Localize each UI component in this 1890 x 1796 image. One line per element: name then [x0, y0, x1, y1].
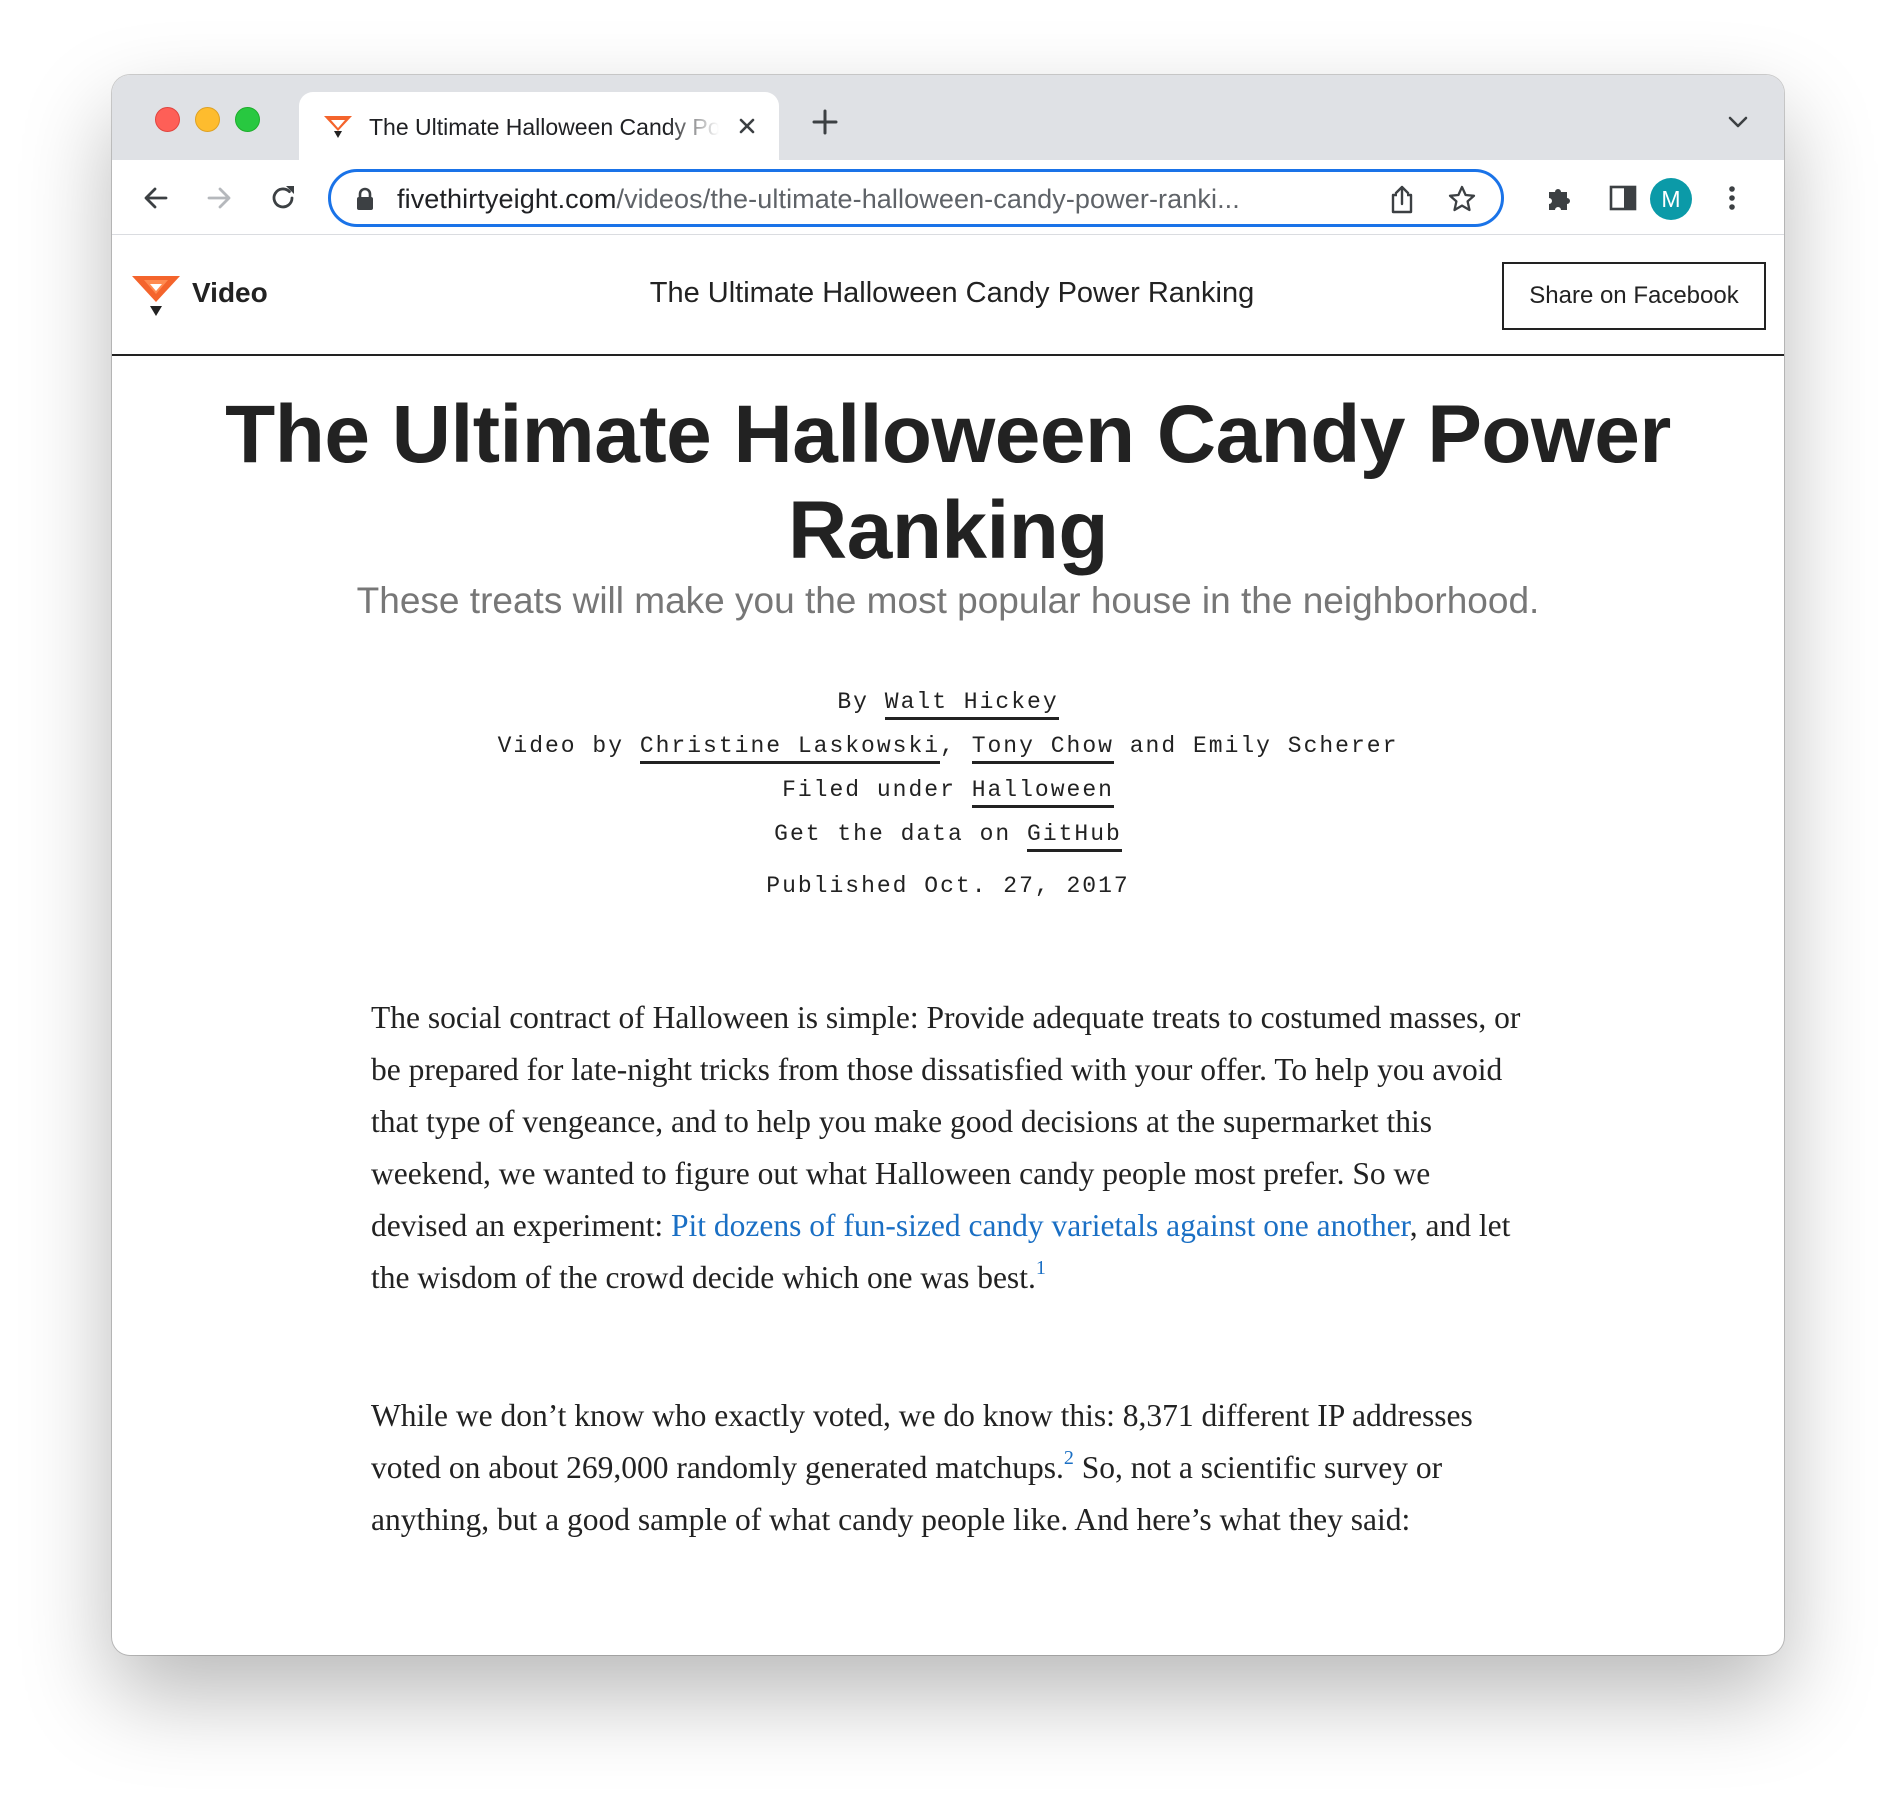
fivethirtyeight-favicon-icon	[324, 116, 352, 138]
topic-link[interactable]: Halloween	[971, 777, 1114, 808]
video-author-link-1[interactable]: Christine Laskowski	[639, 733, 941, 764]
minimize-window-button[interactable]	[195, 107, 220, 132]
byline-video: Video by Christine Laskowski, Tony Chow …	[448, 729, 1448, 764]
github-link[interactable]: GitHub	[1027, 821, 1122, 852]
browser-toolbar: fivethirtyeight.com/videos/the-ultimate-…	[112, 160, 1784, 235]
candy-matchup-link[interactable]: Pit dozens of fun-sized candy varietals …	[671, 1208, 1410, 1243]
tab-strip: The Ultimate Halloween Candy Power Ranki…	[112, 75, 1784, 160]
maximize-window-button[interactable]	[235, 107, 260, 132]
byline-author: By Walt Hickey	[448, 685, 1448, 720]
author-link[interactable]: Walt Hickey	[884, 689, 1059, 720]
side-panel-icon[interactable]	[1607, 182, 1639, 214]
paragraph-1: The social contract of Halloween is simp…	[371, 1000, 1521, 1295]
close-window-button[interactable]	[155, 107, 180, 132]
lock-icon[interactable]	[355, 187, 375, 211]
url-text[interactable]: fivethirtyeight.com/videos/the-ultimate-…	[397, 183, 1407, 215]
fivethirtyeight-logo-icon[interactable]	[132, 272, 182, 320]
byline-filed: Filed under Halloween	[448, 773, 1448, 808]
forward-arrow-icon[interactable]	[203, 182, 235, 214]
back-arrow-icon[interactable]	[140, 182, 172, 214]
reload-icon[interactable]	[267, 182, 299, 214]
extensions-puzzle-icon[interactable]	[1544, 182, 1576, 214]
video-author-link-2[interactable]: Tony Chow	[971, 733, 1114, 764]
profile-avatar[interactable]: M	[1650, 178, 1692, 220]
article-dek: These treats will make you the most popu…	[356, 580, 1540, 621]
new-tab-icon[interactable]	[810, 107, 840, 137]
footnote-2[interactable]: 2	[1064, 1447, 1074, 1469]
address-bar[interactable]: fivethirtyeight.com/videos/the-ultimate-…	[328, 169, 1504, 227]
more-options-icon[interactable]	[1716, 182, 1748, 214]
byline-data: Get the data on GitHub	[448, 817, 1448, 852]
tab-title: The Ultimate Halloween Candy Power Ranki…	[369, 114, 719, 140]
close-tab-icon[interactable]	[733, 112, 761, 140]
share-icon[interactable]	[1389, 184, 1415, 214]
tab-search-chevron-down-icon[interactable]	[1726, 113, 1750, 131]
paragraph-2: While we don’t know who exactly voted, w…	[371, 1398, 1473, 1537]
footnote-1[interactable]: 1	[1036, 1257, 1046, 1279]
url-host: fivethirtyeight.com	[397, 184, 617, 214]
section-label[interactable]: Video	[192, 273, 268, 313]
header-article-title: The Ultimate Halloween Candy Power Ranki…	[649, 277, 1255, 309]
share-on-facebook-button[interactable]: Share on Facebook	[1502, 262, 1766, 330]
publish-date: Published Oct. 27, 2017	[766, 873, 1130, 899]
bookmark-star-icon[interactable]	[1447, 184, 1477, 214]
active-tab[interactable]: The Ultimate Halloween Candy Power Ranki…	[299, 92, 779, 160]
browser-window: The Ultimate Halloween Candy Power Ranki…	[112, 75, 1784, 1655]
article-headline: The Ultimate Halloween Candy Power Ranki…	[225, 389, 1671, 576]
site-header: Video The Ultimate Halloween Candy Power…	[112, 235, 1784, 356]
url-path: /videos/the-ultimate-halloween-candy-pow…	[616, 184, 1240, 214]
